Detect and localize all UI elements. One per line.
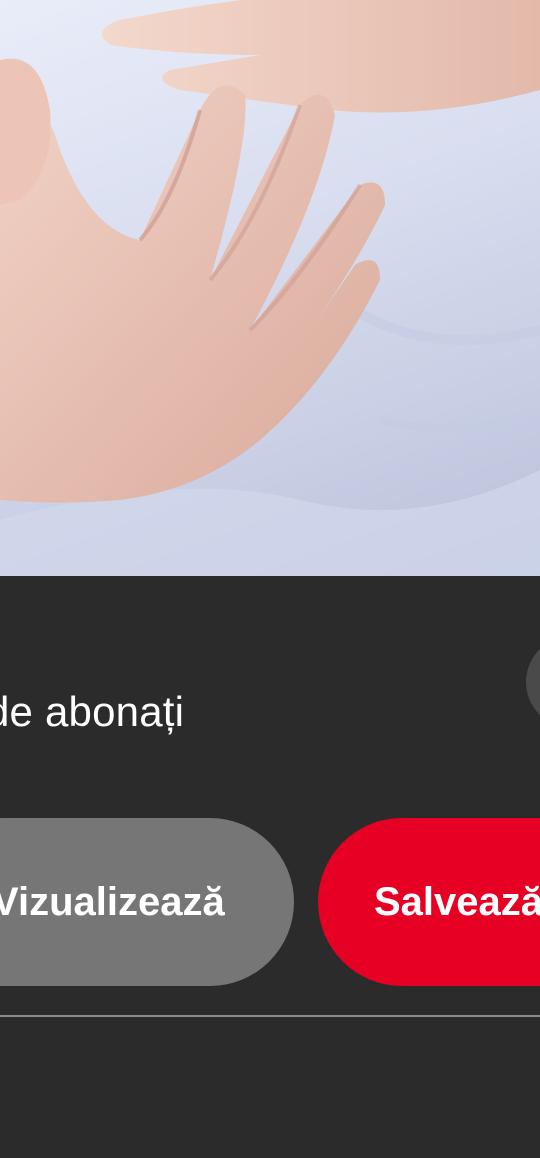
followers-count-text: de abonați <box>0 688 185 735</box>
save-button[interactable]: Salvează <box>318 818 540 986</box>
pin-image <box>0 0 540 576</box>
preview-button[interactable]: Vizualizează <box>0 818 294 986</box>
divider <box>0 1015 540 1017</box>
pin-edit-screen: de abonați Vizualizează Salvează <box>0 0 540 1158</box>
hands-photo <box>0 0 540 576</box>
save-button-label: Salvează <box>374 879 540 924</box>
preview-button-label: Vizualizează <box>0 879 225 924</box>
